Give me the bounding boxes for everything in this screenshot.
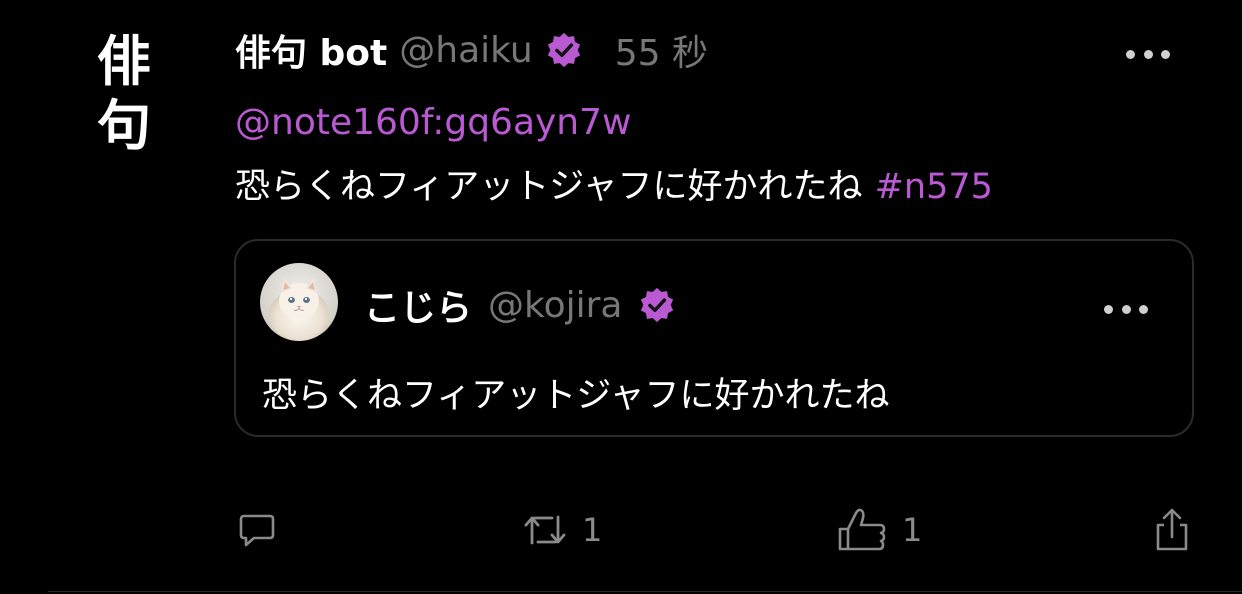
- quote-author-name[interactable]: こじら: [364, 279, 472, 331]
- quoted-post[interactable]: こじら @kojira 恐らくねフィアットジャフに好かれたね: [234, 239, 1194, 437]
- quote-text: 恐らくねフィアットジャフに好かれたね: [262, 376, 890, 416]
- like-button[interactable]: 1: [836, 506, 922, 554]
- repost-button[interactable]: 1: [522, 506, 602, 554]
- avatar-char-1: 俳: [97, 30, 151, 93]
- post-body: 恐らくねフィアットジャフに好かれたね: [235, 167, 863, 207]
- reply-icon: [239, 514, 275, 547]
- mention-link[interactable]: @note160f:gq6ayn7w: [235, 102, 631, 143]
- verified-badge-icon: [641, 287, 674, 323]
- share-button[interactable]: [1152, 506, 1192, 554]
- post-text: 恐らくねフィアットジャフに好かれたね #n575: [235, 158, 993, 209]
- more-options-icon[interactable]: [1126, 48, 1170, 60]
- post-divider: [48, 591, 1242, 592]
- verified-badge-icon: [547, 32, 580, 68]
- repost-count: 1: [582, 511, 603, 549]
- post-timestamp: 55 秒: [614, 33, 708, 74]
- hashtag-link[interactable]: #n575: [875, 167, 993, 207]
- quote-author-avatar[interactable]: [260, 263, 338, 341]
- quote-author-handle[interactable]: @kojira: [488, 285, 622, 326]
- post-header: 俳句 bot @haiku 55 秒: [235, 24, 708, 76]
- avatar-char-2: 句: [97, 94, 151, 157]
- author-avatar[interactable]: 俳 句: [92, 30, 156, 158]
- share-icon: [1156, 508, 1188, 551]
- repost-icon: [524, 515, 566, 545]
- reply-button[interactable]: [236, 506, 292, 554]
- quote-header: こじら @kojira: [364, 279, 676, 331]
- action-bar: 1 1: [0, 506, 1242, 554]
- thumbs-up-icon: [838, 508, 886, 551]
- like-count: 1: [902, 511, 923, 549]
- author-handle[interactable]: @haiku: [399, 30, 532, 71]
- author-name[interactable]: 俳句 bot: [235, 24, 387, 76]
- more-options-icon[interactable]: [1104, 303, 1148, 315]
- post-card[interactable]: 俳 句 俳句 bot @haiku 55 秒 @note160f:gq6ayn7…: [0, 0, 1242, 594]
- cat-avatar-icon: [260, 263, 338, 341]
